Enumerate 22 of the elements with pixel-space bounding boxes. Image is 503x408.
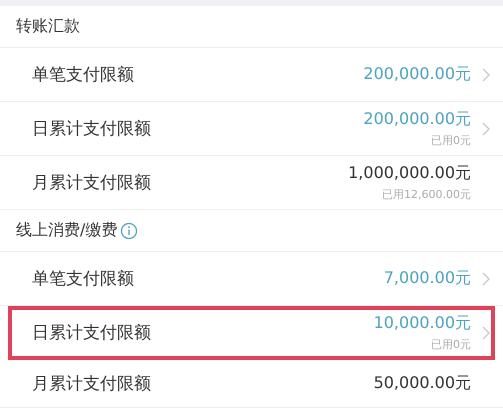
limit-label: 日累计支付限额	[32, 322, 152, 344]
limit-value: 7,000.00元	[384, 268, 471, 289]
limit-label: 单笔支付限额	[32, 64, 135, 86]
chevron-right-icon[interactable]	[481, 120, 491, 136]
limit-label: 月累计支付限额	[32, 373, 152, 395]
limit-value: 1,000,000.00元	[348, 163, 471, 184]
limit-label: 单笔支付限额	[32, 268, 135, 290]
section-title: 转账汇款	[16, 16, 80, 37]
limit-value: 50,000.00元	[374, 373, 471, 394]
limit-label: 月累计支付限额	[32, 172, 152, 194]
used-amount: 已用12,600.00元	[382, 187, 471, 202]
chevron-right-icon[interactable]	[481, 270, 491, 286]
used-amount: 已用0元	[431, 337, 471, 352]
limit-value: 200,000.00元	[363, 64, 471, 85]
used-amount: 已用0元	[431, 133, 471, 148]
section-title: 线上消费/缴费	[16, 220, 118, 241]
limit-label: 日累计支付限额	[32, 118, 152, 140]
limit-value: 10,000.00元	[374, 313, 471, 334]
chevron-right-icon[interactable]	[481, 66, 491, 82]
chevron-right-icon[interactable]	[481, 324, 491, 340]
limit-value: 200,000.00元	[363, 109, 471, 130]
info-icon[interactable]	[120, 222, 138, 240]
